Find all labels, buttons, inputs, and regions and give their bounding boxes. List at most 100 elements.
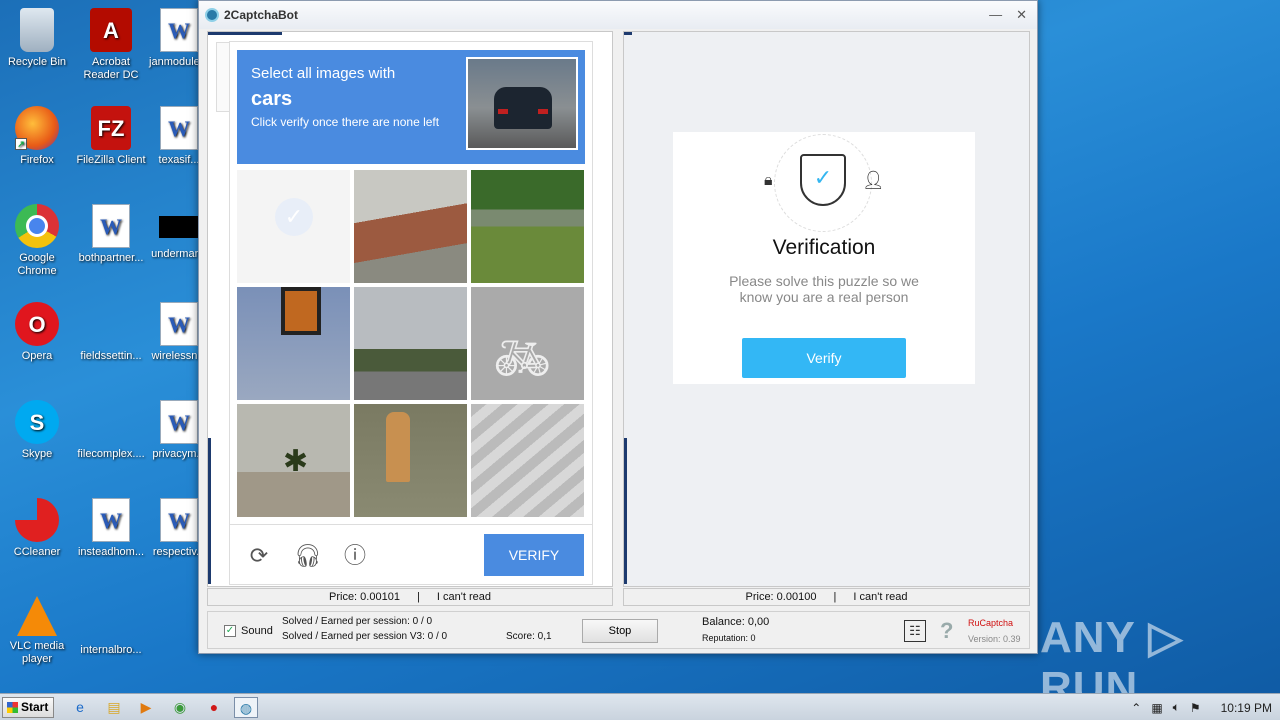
desktop-icon-vlc[interactable]: VLC media player [0, 596, 74, 666]
image-grid: ✓ 🚲︎ ✱ [237, 170, 585, 517]
progress-bar [624, 32, 632, 35]
right-cant-read-button[interactable]: I can't read [853, 591, 907, 603]
desktop-icon-opera[interactable]: O Opera [0, 302, 74, 363]
verification-panel: 🔒︎ ✓ 👤︎ Verification Please solve this p… [623, 31, 1030, 587]
prompt-hint: Click verify once there are none left [251, 115, 440, 129]
tile-2[interactable] [354, 170, 467, 283]
prompt-target: cars [251, 88, 293, 110]
opera-taskbar-icon[interactable]: ● [202, 697, 226, 718]
challenge-footer: ⟳ 🎧︎ ⓘ VERIFY [230, 524, 592, 584]
tail-light [498, 109, 508, 114]
word-doc-icon: W [92, 204, 130, 248]
balance: Balance: 0,00 [702, 616, 770, 628]
explorer-icon[interactable]: ▤ [102, 697, 126, 718]
blank-file-icon [89, 400, 133, 444]
settings-sliders-icon[interactable]: ☷ [904, 620, 926, 642]
vlc-icon [17, 596, 57, 636]
score: Score: 0,1 [506, 631, 552, 642]
desktop-icon-insteadhom[interactable]: W insteadhom... [74, 498, 148, 559]
blank-file-icon [89, 302, 133, 346]
verification-card: 🔒︎ ✓ 👤︎ Verification Please solve this p… [673, 132, 975, 384]
windows-logo-icon [7, 702, 18, 713]
bicycle-icon: 🚲︎ [493, 332, 552, 384]
car-shape [494, 87, 552, 129]
solved-earned-v3: Solved / Earned per session V3: 0 / 0 [282, 631, 448, 642]
left-cant-read-button[interactable]: I can't read [437, 591, 491, 603]
tile-3[interactable] [471, 170, 584, 283]
desktop-icon-firefox[interactable]: ↗ Firefox [0, 106, 74, 167]
desktop-icon-ccleaner[interactable]: CCleaner [0, 498, 74, 559]
tile-8[interactable] [354, 404, 467, 517]
prompt-line: Select all images with [251, 65, 396, 82]
verification-description: Please solve this puzzle so we know you … [729, 273, 919, 305]
traffic-light-shape [281, 287, 321, 335]
tile-9[interactable] [471, 404, 584, 517]
tile-6[interactable]: 🚲︎ [471, 287, 584, 400]
desktop-icon-fieldssettin[interactable]: fieldssettin... [74, 302, 148, 363]
headphones-icon[interactable]: 🎧︎ [294, 543, 322, 569]
app-window: 2CaptchaBot — ✕ Select all images with c… [198, 0, 1038, 654]
example-image [466, 57, 578, 150]
help-icon[interactable]: ? [940, 618, 953, 644]
hcaptcha-challenge: Select all images with cars Click verify… [229, 41, 593, 585]
title-bar[interactable]: 2CaptchaBot — ✕ [199, 1, 1037, 29]
window-title: 2CaptchaBot [224, 8, 299, 22]
solved-earned: Solved / Earned per session: 0 / 0 [282, 616, 433, 627]
service-name: RuCaptcha [968, 618, 1014, 628]
separator: | [833, 591, 837, 603]
desktop-icon-filecomplex[interactable]: filecomplex.... [74, 400, 148, 461]
firefox-icon: ↗ [15, 106, 59, 150]
desktop-icon-acrobat[interactable]: A Acrobat Reader DC [74, 8, 148, 82]
version: Version: 0.39 [968, 634, 1021, 644]
word-doc-icon: W [160, 302, 198, 346]
panel-side-bar [624, 438, 627, 584]
panel-side-bar [208, 438, 211, 584]
opera-icon: O [15, 302, 59, 346]
right-status-bar: Price: 0.00100 | I can't read [623, 588, 1030, 606]
sound-label: Sound [241, 625, 273, 637]
tile-5[interactable] [354, 287, 467, 400]
desktop-icon-bothpartner[interactable]: W bothpartner... [74, 204, 148, 265]
tile-1-selected[interactable]: ✓ [237, 170, 350, 283]
system-tray: ⌃ ▦ 🔈︎ ⚑ 10:19 PM [1131, 694, 1272, 720]
media-player-icon[interactable]: ▶ [134, 697, 158, 718]
chrome-taskbar-icon[interactable]: ◉ [168, 697, 192, 718]
clock[interactable]: 10:19 PM [1221, 701, 1272, 715]
close-button[interactable]: ✕ [1016, 7, 1027, 23]
minimize-button[interactable]: — [989, 7, 1002, 23]
volume-icon[interactable]: 🔈︎ [1173, 700, 1180, 715]
refresh-icon[interactable]: ⟳ [246, 543, 272, 569]
user-icon: 👤︎ [862, 170, 885, 190]
flag-icon[interactable]: ⚑ [1190, 701, 1201, 715]
sound-checkbox[interactable]: ✓ [224, 625, 236, 637]
desktop-icon-chrome[interactable]: Google Chrome [0, 204, 74, 278]
desktop-icon-recycle-bin[interactable]: Recycle Bin [0, 8, 74, 69]
left-status-bar: Price: 0.00101 | I can't read [207, 588, 613, 606]
lock-icon: 🔒︎ [764, 172, 773, 189]
chrome-icon [15, 204, 59, 248]
network-icon[interactable]: ▦ [1151, 701, 1162, 715]
check-icon: ✓ [275, 198, 313, 236]
desktop-icon-internalbro[interactable]: internalbro... [74, 596, 148, 657]
captchabot-taskbar-icon[interactable]: ◍ [234, 697, 258, 718]
tile-4[interactable] [237, 287, 350, 400]
verify-button[interactable]: VERIFY [484, 534, 584, 576]
acrobat-icon: A [90, 8, 132, 52]
info-icon[interactable]: ⓘ [342, 543, 368, 569]
ie-icon[interactable]: e [68, 697, 92, 718]
reputation: Reputation: 0 [702, 633, 756, 643]
filezilla-icon: FZ [91, 106, 131, 150]
start-button[interactable]: Start [2, 697, 54, 718]
skype-icon: S [15, 400, 59, 444]
word-doc-icon: W [160, 400, 198, 444]
verification-verify-button[interactable]: Verify [742, 338, 906, 378]
desktop-icon-filezilla[interactable]: FZ FileZilla Client [74, 106, 148, 167]
stop-button[interactable]: Stop [582, 619, 658, 643]
tray-expand-icon[interactable]: ⌃ [1131, 701, 1141, 715]
tile-7[interactable]: ✱ [237, 404, 350, 517]
blank-file-icon [89, 596, 133, 640]
desktop-icon-skype[interactable]: S Skype [0, 400, 74, 461]
progress-bar [208, 32, 282, 35]
tail-light [538, 109, 548, 114]
start-label: Start [21, 700, 49, 714]
